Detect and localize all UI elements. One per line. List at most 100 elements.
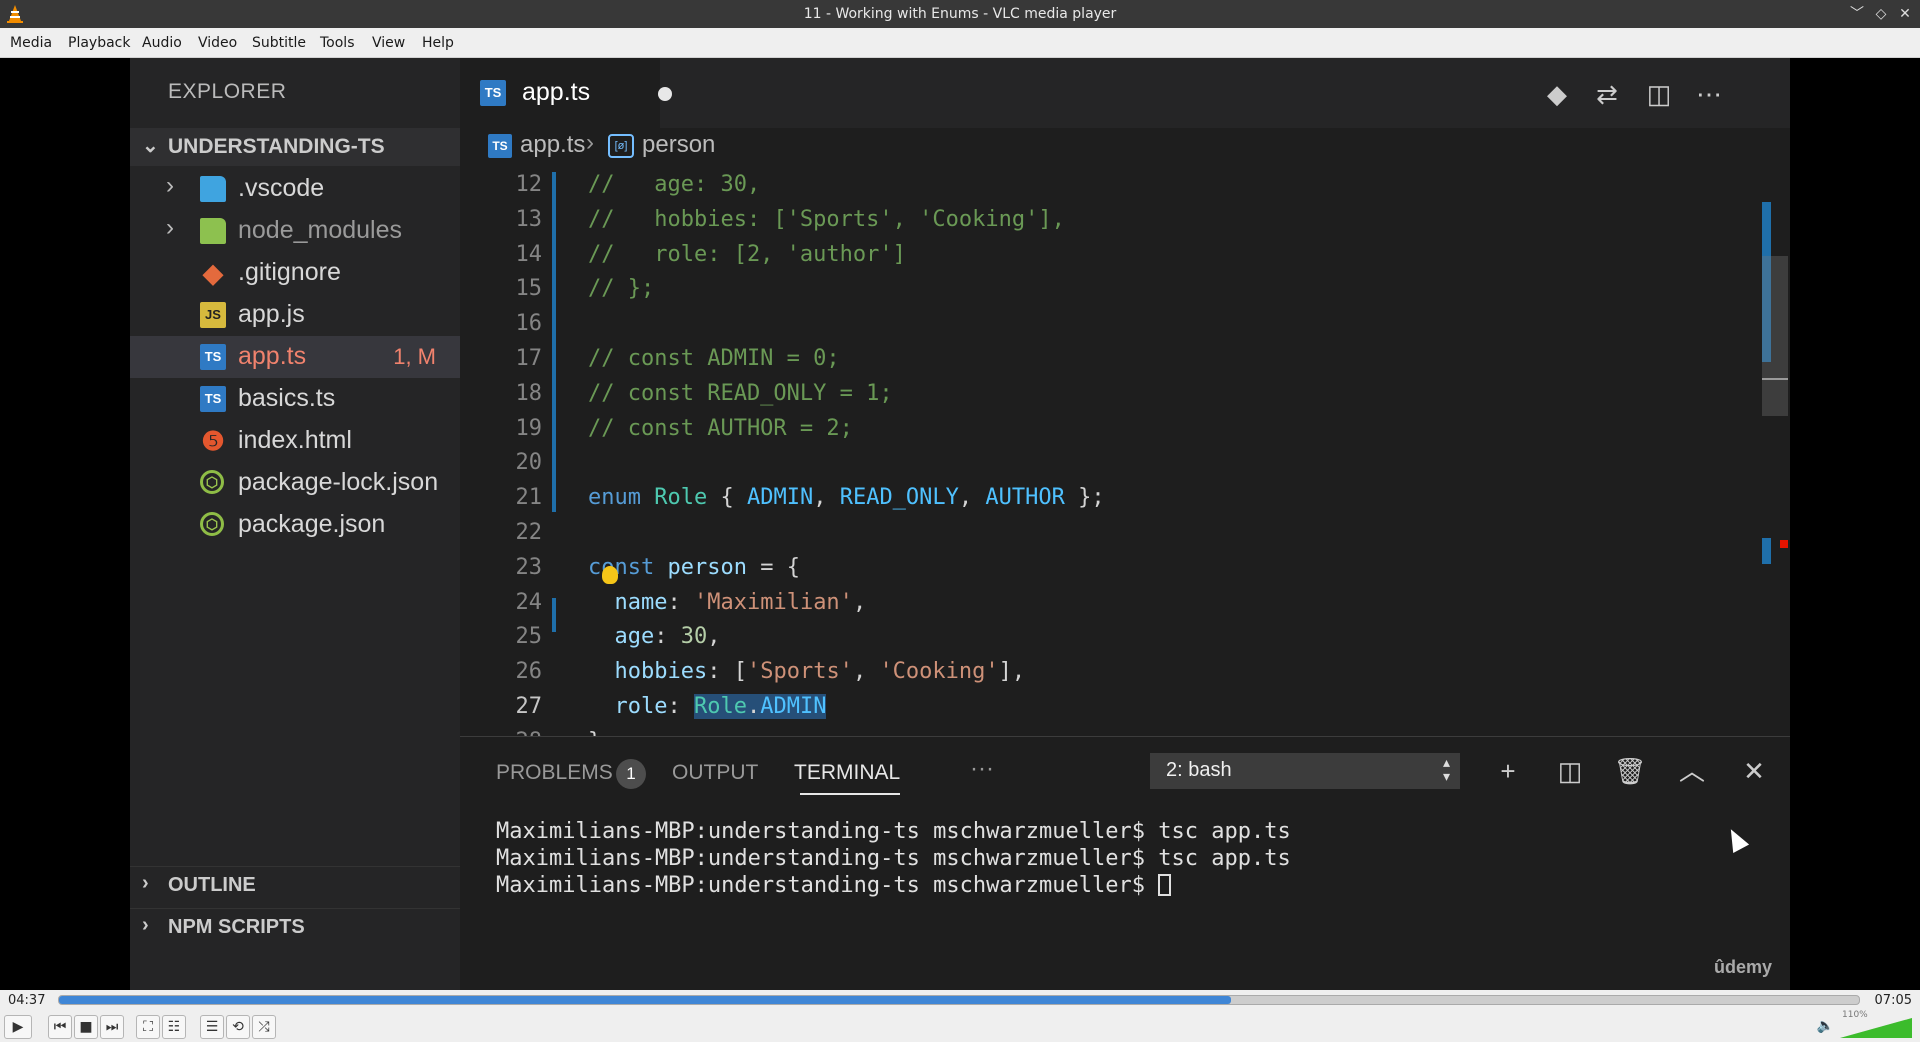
terminal-select[interactable]: 2: bash ▴ ▾ [1150,753,1460,789]
chevron-right-icon: › [586,129,594,156]
tab-problems[interactable]: PROBLEMS [496,761,613,785]
code-line[interactable]: role: Role.ADMIN [588,694,827,719]
split-terminal-icon[interactable]: ◫ [1552,753,1588,789]
menu-view[interactable]: View [372,35,405,51]
menu-video[interactable]: Video [198,35,237,51]
editor-tab-bar: TS app.ts ◆ ⇄ ◫ ⋯ [460,58,1790,128]
file-name: .gitignore [238,258,341,286]
video-area[interactable]: EXPLORER ⌄ UNDERSTANDING-TS › .vscode › … [0,58,1920,990]
file-status-badge: 1, M [393,344,436,369]
breadcrumb-file[interactable]: app.ts [520,131,585,159]
code-line[interactable]: // role: [2, 'author'] [588,242,906,267]
git-compare-icon[interactable]: ◆ [1540,78,1574,110]
playlist-button[interactable]: ☰ [200,1015,224,1039]
file-item-app-js[interactable]: JS app.js [130,294,460,336]
minimap[interactable] [1760,166,1790,736]
code-line[interactable]: }; [588,729,615,736]
chevron-up-icon[interactable]: ︿ [1674,753,1710,789]
variable-symbol-icon: [ø] [608,134,634,158]
loop-button[interactable]: ⟲ [226,1015,250,1039]
menu-audio[interactable]: Audio [142,35,182,51]
folder-node-icon [200,218,226,244]
file-item-node-modules[interactable]: › node_modules [130,210,460,252]
stop-button[interactable]: ■ [74,1015,98,1039]
code-line[interactable]: const person = { [588,555,800,580]
file-item-index-html[interactable]: ❺ index.html [130,420,460,462]
file-name: node_modules [238,216,403,244]
outline-section[interactable]: › OUTLINE [130,866,460,902]
file-name: package-lock.json [238,468,439,496]
file-item-package-json[interactable]: ⬡ package.json [130,504,460,546]
code-line[interactable]: name: 'Maximilian', [588,590,867,615]
explorer-header: EXPLORER [168,80,287,103]
trash-icon[interactable]: 🗑 [1612,753,1648,789]
menu-media[interactable]: Media [10,35,52,51]
tab-terminal[interactable]: TERMINAL [794,761,900,785]
total-time: 07:05 [1874,993,1912,1008]
unsaved-dot-icon[interactable] [658,87,672,101]
file-item-gitignore[interactable]: ◆ .gitignore [130,252,460,294]
minimize-button[interactable]: ﹀ [1846,3,1868,25]
code-line[interactable]: age: 30, [588,624,721,649]
close-panel-icon[interactable]: ✕ [1736,753,1772,789]
menu-help[interactable]: Help [422,35,454,51]
code-line[interactable]: enum Role { ADMIN, READ_ONLY, AUTHOR }; [588,485,1105,510]
line-number: 19 [515,415,543,441]
restore-button[interactable]: ◇ [1870,3,1892,25]
ts-file-icon: TS [488,134,512,158]
node-json-icon: ⬡ [200,512,224,536]
file-name: app.js [238,300,305,328]
line-number: 17 [515,346,543,371]
code-line[interactable]: // age: 30, [588,172,760,197]
volume-percent: 110% [1842,1010,1868,1020]
speaker-icon[interactable]: 🔈 [1817,1018,1834,1034]
tab-output[interactable]: OUTPUT [672,761,758,785]
file-item-package-lock[interactable]: ⬡ package-lock.json [130,462,460,504]
code-line[interactable]: // hobbies: ['Sports', 'Cooking'], [588,207,1065,232]
new-terminal-icon[interactable]: + [1490,753,1526,789]
code-line[interactable]: // }; [588,276,654,301]
close-window-button[interactable]: ✕ [1894,3,1916,25]
ts-file-icon: TS [200,386,226,412]
extended-settings-button[interactable]: ☷ [162,1015,186,1039]
project-name: UNDERSTANDING-TS [168,135,385,158]
elapsed-time: 04:37 [8,993,46,1008]
shuffle-button[interactable]: ⤮ [252,1015,276,1039]
volume-slider[interactable]: 110% [1840,1010,1912,1040]
code-line[interactable]: hobbies: ['Sports', 'Cooking'], [588,659,1026,684]
code-line[interactable]: // const AUTHOR = 2; [588,416,853,441]
breadcrumb-symbol[interactable]: person [642,131,715,159]
fullscreen-button[interactable]: ⛶ [136,1015,160,1039]
terminal-select-value: 2: bash [1166,759,1232,781]
next-button[interactable]: ⏭ [100,1015,124,1039]
more-actions-icon[interactable]: ⋯ [1692,78,1726,110]
npm-scripts-section[interactable]: › NPM SCRIPTS [130,908,460,944]
file-item-vscode[interactable]: › .vscode [130,168,460,210]
html5-icon: ❺ [201,426,225,456]
play-button[interactable]: ▶ [4,1015,32,1039]
seek-slider[interactable] [58,995,1860,1005]
file-name: package.json [238,510,386,538]
file-item-basics-ts[interactable]: TS basics.ts [130,378,460,420]
node-json-icon: ⬡ [200,470,224,494]
file-item-app-ts[interactable]: TS app.ts 1, M [130,336,460,378]
panel-more-icon[interactable]: ··· [970,755,994,783]
previous-button[interactable]: ⏮ [48,1015,72,1039]
menu-playback[interactable]: Playback [68,35,130,51]
minimap-slider[interactable] [1762,256,1788,416]
terminal-line: Maximilians-MBP:understanding-ts mschwar… [496,819,1291,844]
project-folder[interactable]: ⌄ UNDERSTANDING-TS [130,128,460,166]
code-editor[interactable]: 12 // age: 30, 13 // hobbies: ['Sports', 'C… [460,166,1790,736]
lightbulb-icon[interactable] [602,566,618,584]
menu-tools[interactable]: Tools [320,35,355,51]
open-changes-icon[interactable]: ⇄ [1590,78,1624,110]
code-line[interactable]: // const READ_ONLY = 1; [588,381,893,406]
chevron-right-icon: › [166,172,174,199]
git-icon: ◆ [203,258,223,288]
terminal-prompt[interactable]: Maximilians-MBP:understanding-ts mschwar… [496,873,1172,898]
section-label: NPM SCRIPTS [168,916,305,938]
split-editor-icon[interactable]: ◫ [1642,78,1676,110]
code-line[interactable]: // const ADMIN = 0; [588,346,840,371]
menu-subtitle[interactable]: Subtitle [252,35,306,51]
tab-app-ts[interactable]: TS app.ts [460,58,672,128]
